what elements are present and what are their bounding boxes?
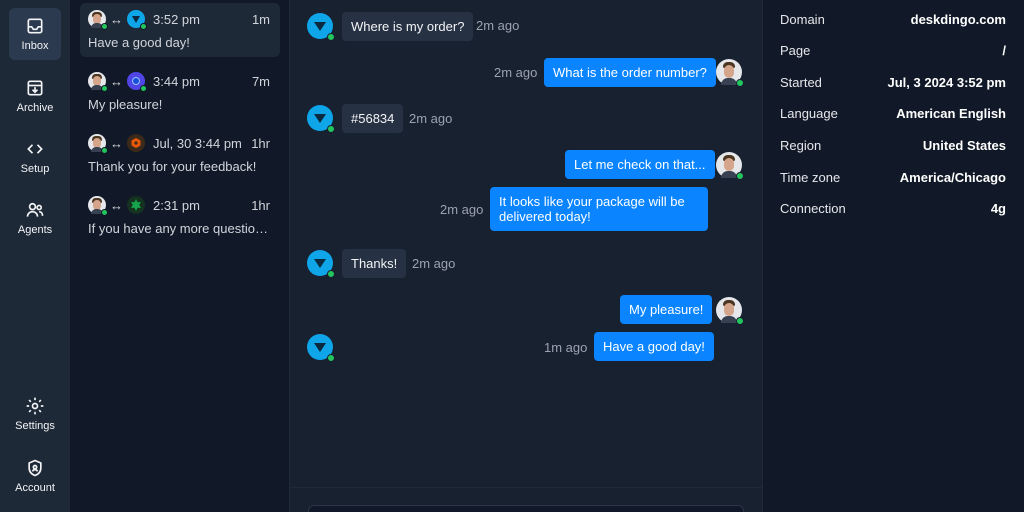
visitor-avatar-icon [307,13,335,41]
detail-value: 4g [990,200,1006,216]
message-time: 2m ago [494,65,538,80]
conversation-item[interactable]: ↔ Jul, 30 3:44 pm 1hr Thank you for your… [80,127,280,181]
conversation-item[interactable]: ↔ 3:44 pm 7m My pleasure! [80,65,280,119]
nav-inbox[interactable]: Inbox [9,8,61,60]
nav-account-label: Account [15,482,55,494]
detail-value: / [1002,42,1006,58]
conversation-time: Jul, 30 3:44 pm [153,135,242,151]
agent-avatar [88,10,108,30]
nav-settings-label: Settings [15,420,55,432]
transfer-arrow-icon: ↔ [110,73,123,89]
conversation-time: 3:44 pm [153,73,200,89]
conversation-time: 3:52 pm [153,11,200,27]
message-time: 2m ago [409,111,453,126]
detail-value: America/Chicago [899,169,1006,185]
inbox-icon [27,18,43,34]
nav-account[interactable]: Account [9,450,61,502]
conversation-ago: 1m [251,11,270,27]
detail-row-page: Page / [780,41,1006,59]
agent-avatar [88,196,108,216]
conversation-list: ↔ 3:52 pm 1m Have a good day! ↔ 3:44 pm … [70,0,290,512]
bot-avatar-icon [127,72,147,92]
message-time: 1m ago [544,340,588,355]
agent-avatar [88,72,108,92]
message-time: 2m ago [412,256,456,271]
nav-setup[interactable]: Setup [9,131,61,183]
transfer-arrow-icon: ↔ [110,135,123,151]
detail-row-region: Region United States [780,136,1006,154]
bot-avatar-icon [127,134,145,152]
conversation-preview: Have a good day! [88,35,190,50]
main-nav: Inbox Archive Setup Agents Settings Acco… [0,0,70,512]
message-bubble: Where is my order? [342,12,474,41]
message-input[interactable] [308,505,744,512]
detail-row-timezone: Time zone America/Chicago [780,168,1006,186]
detail-row-language: Language American English [780,104,1006,122]
conversation-item[interactable]: ↔ 3:52 pm 1m Have a good day! [80,3,280,57]
chat-panel: Where is my order? 2m ago 2m ago What is… [290,0,762,512]
agent-avatar [716,297,744,325]
users-icon [26,202,44,217]
agent-avatar [716,59,744,87]
nav-inbox-label: Inbox [21,40,49,52]
conversation-item[interactable]: ↔ 2:31 pm 1hr If you have any more quest… [80,189,280,243]
detail-label: Time zone [780,169,841,185]
conversation-ago: 7m [251,73,270,89]
conversation-preview: Thank you for your feedback! [88,159,257,174]
conversation-preview: If you have any more questions… [88,221,272,236]
detail-row-domain: Domain deskdingo.com [780,10,1006,28]
detail-label: Region [780,137,822,153]
message-time: 2m ago [440,202,484,217]
visitor-avatar-icon [307,105,335,133]
detail-value: deskdingo.com [910,11,1006,27]
conversation-preview: My pleasure! [88,97,163,112]
message-time: 2m ago [476,18,520,33]
nav-archive-label: Archive [16,102,54,114]
agent-avatar [716,152,744,180]
detail-label: Connection [780,200,846,216]
message-bubble: #56834 [342,104,404,133]
message-bubble: Let me check on that... [565,150,715,179]
detail-row-started: Started Jul, 3 2024 3:52 pm [780,73,1006,91]
conversation-details: Domain deskdingo.com Page / Started Jul,… [762,0,1024,512]
conversation-time: 2:31 pm [153,197,200,213]
detail-row-connection: Connection 4g [780,199,1006,217]
code-icon [27,144,43,154]
detail-label: Started [780,74,822,90]
transfer-arrow-icon: ↔ [110,11,123,27]
message-bubble: It looks like your package will be deliv… [490,187,708,231]
message-bubble: Thanks! [342,249,407,278]
gear-icon [26,397,44,415]
message-bubble: Have a good day! [594,332,714,361]
detail-value: American English [896,105,1006,121]
detail-label: Domain [780,11,825,27]
shield-user-icon [28,459,42,477]
detail-label: Page [780,42,811,58]
nav-archive[interactable]: Archive [9,70,61,122]
visitor-avatar-icon [307,334,335,362]
archive-icon [27,80,43,96]
detail-value: United States [922,137,1006,153]
nav-agents-label: Agents [17,224,53,236]
conversation-ago: 1hr [251,197,270,213]
detail-value: Jul, 3 2024 3:52 pm [887,74,1006,90]
conversation-ago: 1hr [251,135,270,151]
detail-label: Language [780,105,838,121]
bot-avatar-icon [127,10,147,30]
message-bubble: My pleasure! [620,295,713,324]
message-bubble: What is the order number? [544,58,716,87]
nav-settings[interactable]: Settings [9,388,61,440]
agent-avatar [88,134,108,154]
transfer-arrow-icon: ↔ [110,197,123,213]
nav-setup-label: Setup [20,163,50,175]
bot-avatar-icon [127,196,145,214]
nav-agents[interactable]: Agents [9,192,61,244]
visitor-avatar-icon [307,250,335,278]
